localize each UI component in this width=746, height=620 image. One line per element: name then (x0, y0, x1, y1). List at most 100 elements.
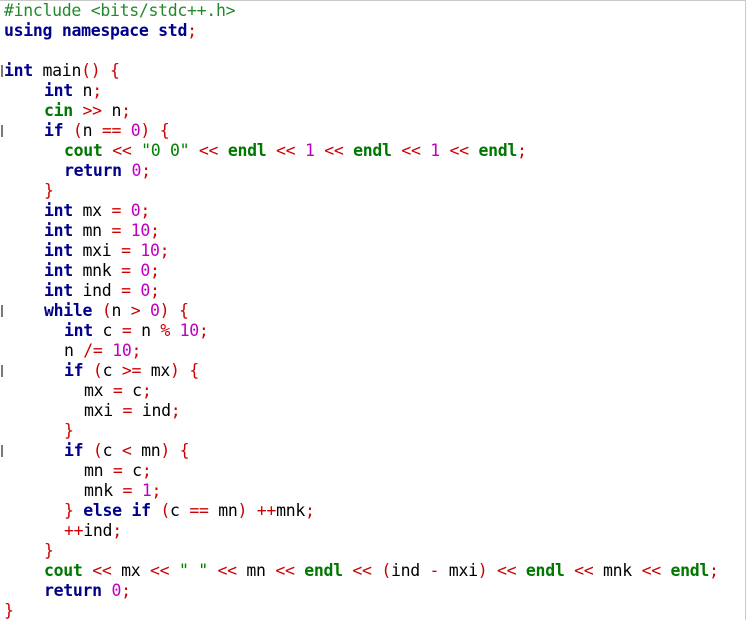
code-line[interactable]: mn = c; (4, 461, 719, 481)
code-token: 10 (112, 341, 132, 360)
code-token: mx (111, 561, 151, 580)
code-token: { (179, 441, 190, 460)
code-token: endl (353, 141, 392, 160)
code-token: << (217, 561, 237, 580)
code-token: = (121, 261, 131, 280)
code-token: 0 (130, 201, 141, 220)
code-token: 0 (150, 301, 160, 320)
code-line[interactable]: if (c < mn) { (1, 441, 719, 461)
code-line[interactable]: int n; (4, 81, 719, 101)
code-token: << (198, 141, 219, 160)
code-line[interactable]: int mnk = 0; (4, 261, 719, 281)
code-line[interactable]: } (4, 541, 719, 561)
code-token: 10 (130, 221, 151, 240)
code-token: { (178, 301, 189, 320)
code-line[interactable]: if (c >= mx) { (1, 361, 719, 381)
code-line[interactable]: cin >> n; (4, 101, 719, 121)
code-line[interactable]: return 0; (4, 161, 719, 181)
code-token: if (64, 441, 84, 460)
code-token: mn (84, 461, 113, 480)
code-area[interactable]: #include <bits/stdc++.h> using namespace … (1, 1, 719, 620)
fold-marker[interactable] (1, 125, 3, 137)
code-token: ( (92, 361, 103, 380)
code-token: while (44, 301, 93, 320)
code-token: mx (84, 381, 113, 400)
code-token: n (111, 301, 131, 320)
code-token: ++ (64, 521, 84, 540)
fold-marker[interactable] (1, 65, 3, 77)
code-line[interactable]: int mn = 10; (4, 221, 719, 241)
code-line[interactable]: mx = c; (4, 381, 719, 401)
code-token: { (110, 61, 120, 80)
code-line[interactable]: cout << "0 0" << endl << 1 << endl << 1 … (4, 141, 719, 161)
code-line[interactable]: int ind = 0; (4, 281, 719, 301)
code-token: mxi (439, 561, 478, 580)
fold-marker[interactable] (1, 305, 3, 317)
code-token: ; (121, 581, 131, 600)
code-line[interactable]: mxi = ind; (4, 401, 719, 421)
code-line[interactable]: } else if (c == mn) ++mnk; (4, 501, 719, 521)
code-line[interactable]: n /= 10; (4, 341, 719, 361)
code-token: << (401, 141, 421, 160)
code-token: int (44, 81, 73, 100)
code-token: { (159, 121, 170, 140)
code-token: ; (170, 401, 181, 420)
code-line[interactable]: mnk = 1; (4, 481, 719, 501)
code-line[interactable]: } (4, 421, 719, 441)
code-token: 0 (140, 261, 150, 280)
code-token: << (150, 561, 170, 580)
code-line[interactable]: } (4, 601, 719, 620)
code-token: n (64, 341, 84, 360)
code-token: ; (304, 501, 315, 520)
code-line[interactable]: int c = n % 10; (4, 321, 719, 341)
code-line[interactable]: while (n > 0) { (1, 301, 719, 321)
code-token: c (102, 441, 122, 460)
code-token: { (189, 361, 199, 380)
code-token: else (83, 501, 122, 520)
code-line[interactable]: #include <bits/stdc++.h> (4, 1, 719, 21)
code-token: ( (101, 301, 112, 320)
code-editor[interactable]: #include <bits/stdc++.h> using namespace … (0, 0, 746, 620)
code-token: << (352, 561, 372, 580)
code-token: endl (304, 561, 343, 580)
code-token: mxi (72, 241, 122, 260)
code-line[interactable]: using namespace std; (4, 21, 719, 41)
code-line[interactable] (4, 41, 719, 61)
code-line[interactable]: if (n == 0) { (1, 121, 719, 141)
code-token: ( (160, 501, 171, 520)
code-token: mn (72, 221, 112, 240)
code-token: ind (390, 561, 430, 580)
code-token: ; (517, 141, 527, 160)
code-line[interactable]: cout << mx << " " << mn << endl << (ind … (4, 561, 719, 581)
code-line[interactable]: int mx = 0; (4, 201, 719, 221)
code-token: = (121, 241, 131, 260)
code-token: == (101, 121, 122, 140)
fold-marker[interactable] (1, 365, 3, 377)
code-line[interactable]: } (4, 181, 719, 201)
code-token: ( (92, 441, 103, 460)
code-token: endl (478, 141, 518, 160)
code-token: << (449, 141, 470, 160)
code-line[interactable]: return 0; (4, 581, 719, 601)
code-token: ) (170, 361, 180, 380)
code-token: } (64, 421, 74, 440)
fold-marker[interactable] (1, 445, 3, 457)
code-line[interactable]: int mxi = 10; (4, 241, 719, 261)
code-line[interactable]: int main() { (1, 61, 719, 81)
code-line[interactable]: ++ind; (4, 521, 719, 541)
